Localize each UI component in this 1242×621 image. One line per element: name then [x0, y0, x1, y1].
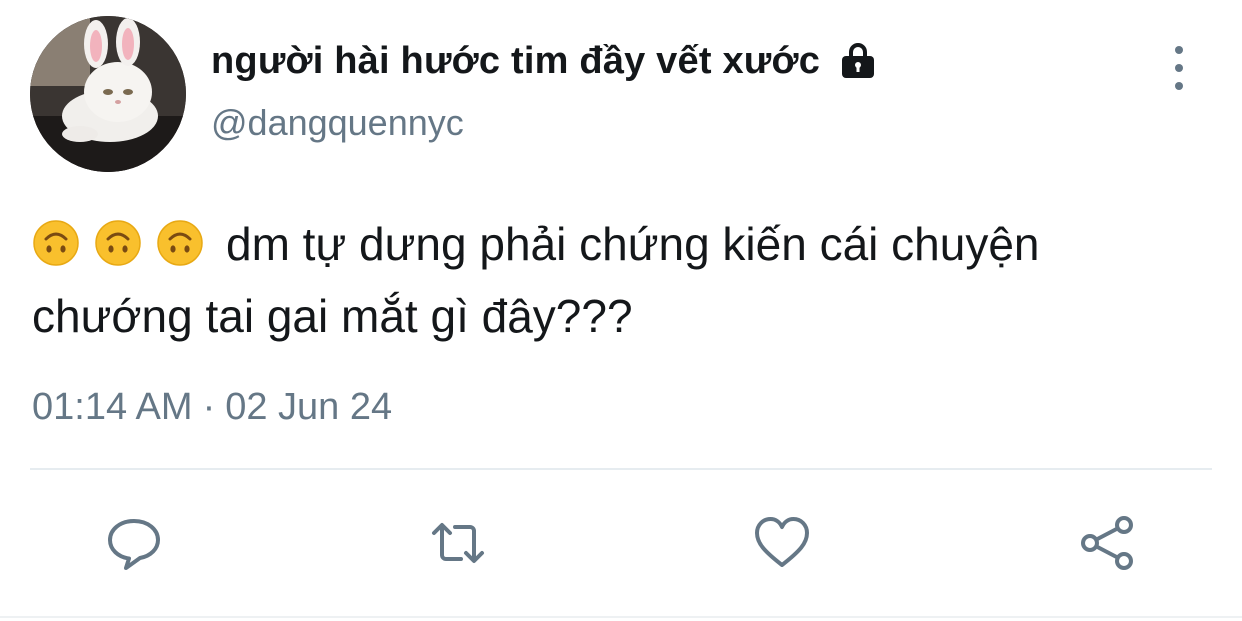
more-dot-icon: [1175, 82, 1183, 90]
avatar[interactable]: [30, 16, 186, 172]
user-handle[interactable]: @dangquennyc: [211, 102, 464, 144]
like-button[interactable]: [752, 513, 812, 573]
share-icon: [1081, 516, 1133, 570]
heart-icon: [755, 517, 809, 567]
retweet-button[interactable]: [428, 513, 488, 573]
reply-button[interactable]: [104, 513, 164, 573]
more-options-button[interactable]: [1164, 46, 1194, 90]
lock-icon: [838, 41, 878, 81]
emoji-group: [32, 219, 204, 267]
more-dot-icon: [1175, 64, 1183, 72]
retweet-icon: [432, 523, 484, 563]
reply-icon: [108, 519, 160, 570]
display-name-row: người hài hước tim đầy vết xước: [211, 36, 878, 86]
bottom-divider: [0, 616, 1242, 618]
display-name[interactable]: người hài hước tim đầy vết xước: [211, 40, 820, 83]
tweet-text: dm tự dưng phải chứng kiến cái chuyện ch…: [32, 208, 1212, 352]
upside-down-face-emoji-icon: [94, 219, 142, 267]
tweet-time: 01:14 AM: [32, 386, 193, 428]
upside-down-face-emoji-icon: [32, 219, 80, 267]
more-dot-icon: [1175, 46, 1183, 54]
avatar-cat-image: [30, 16, 186, 172]
divider: [30, 468, 1212, 470]
timestamp-separator: ·: [202, 386, 216, 428]
tweet-timestamp[interactable]: 01:14 AM · 02 Jun 24: [32, 386, 392, 429]
share-button[interactable]: [1077, 513, 1137, 573]
tweet-date: 02 Jun 24: [225, 386, 393, 428]
tweet-card: người hài hước tim đầy vết xước @dangque…: [0, 0, 1242, 621]
upside-down-face-emoji-icon: [156, 219, 204, 267]
